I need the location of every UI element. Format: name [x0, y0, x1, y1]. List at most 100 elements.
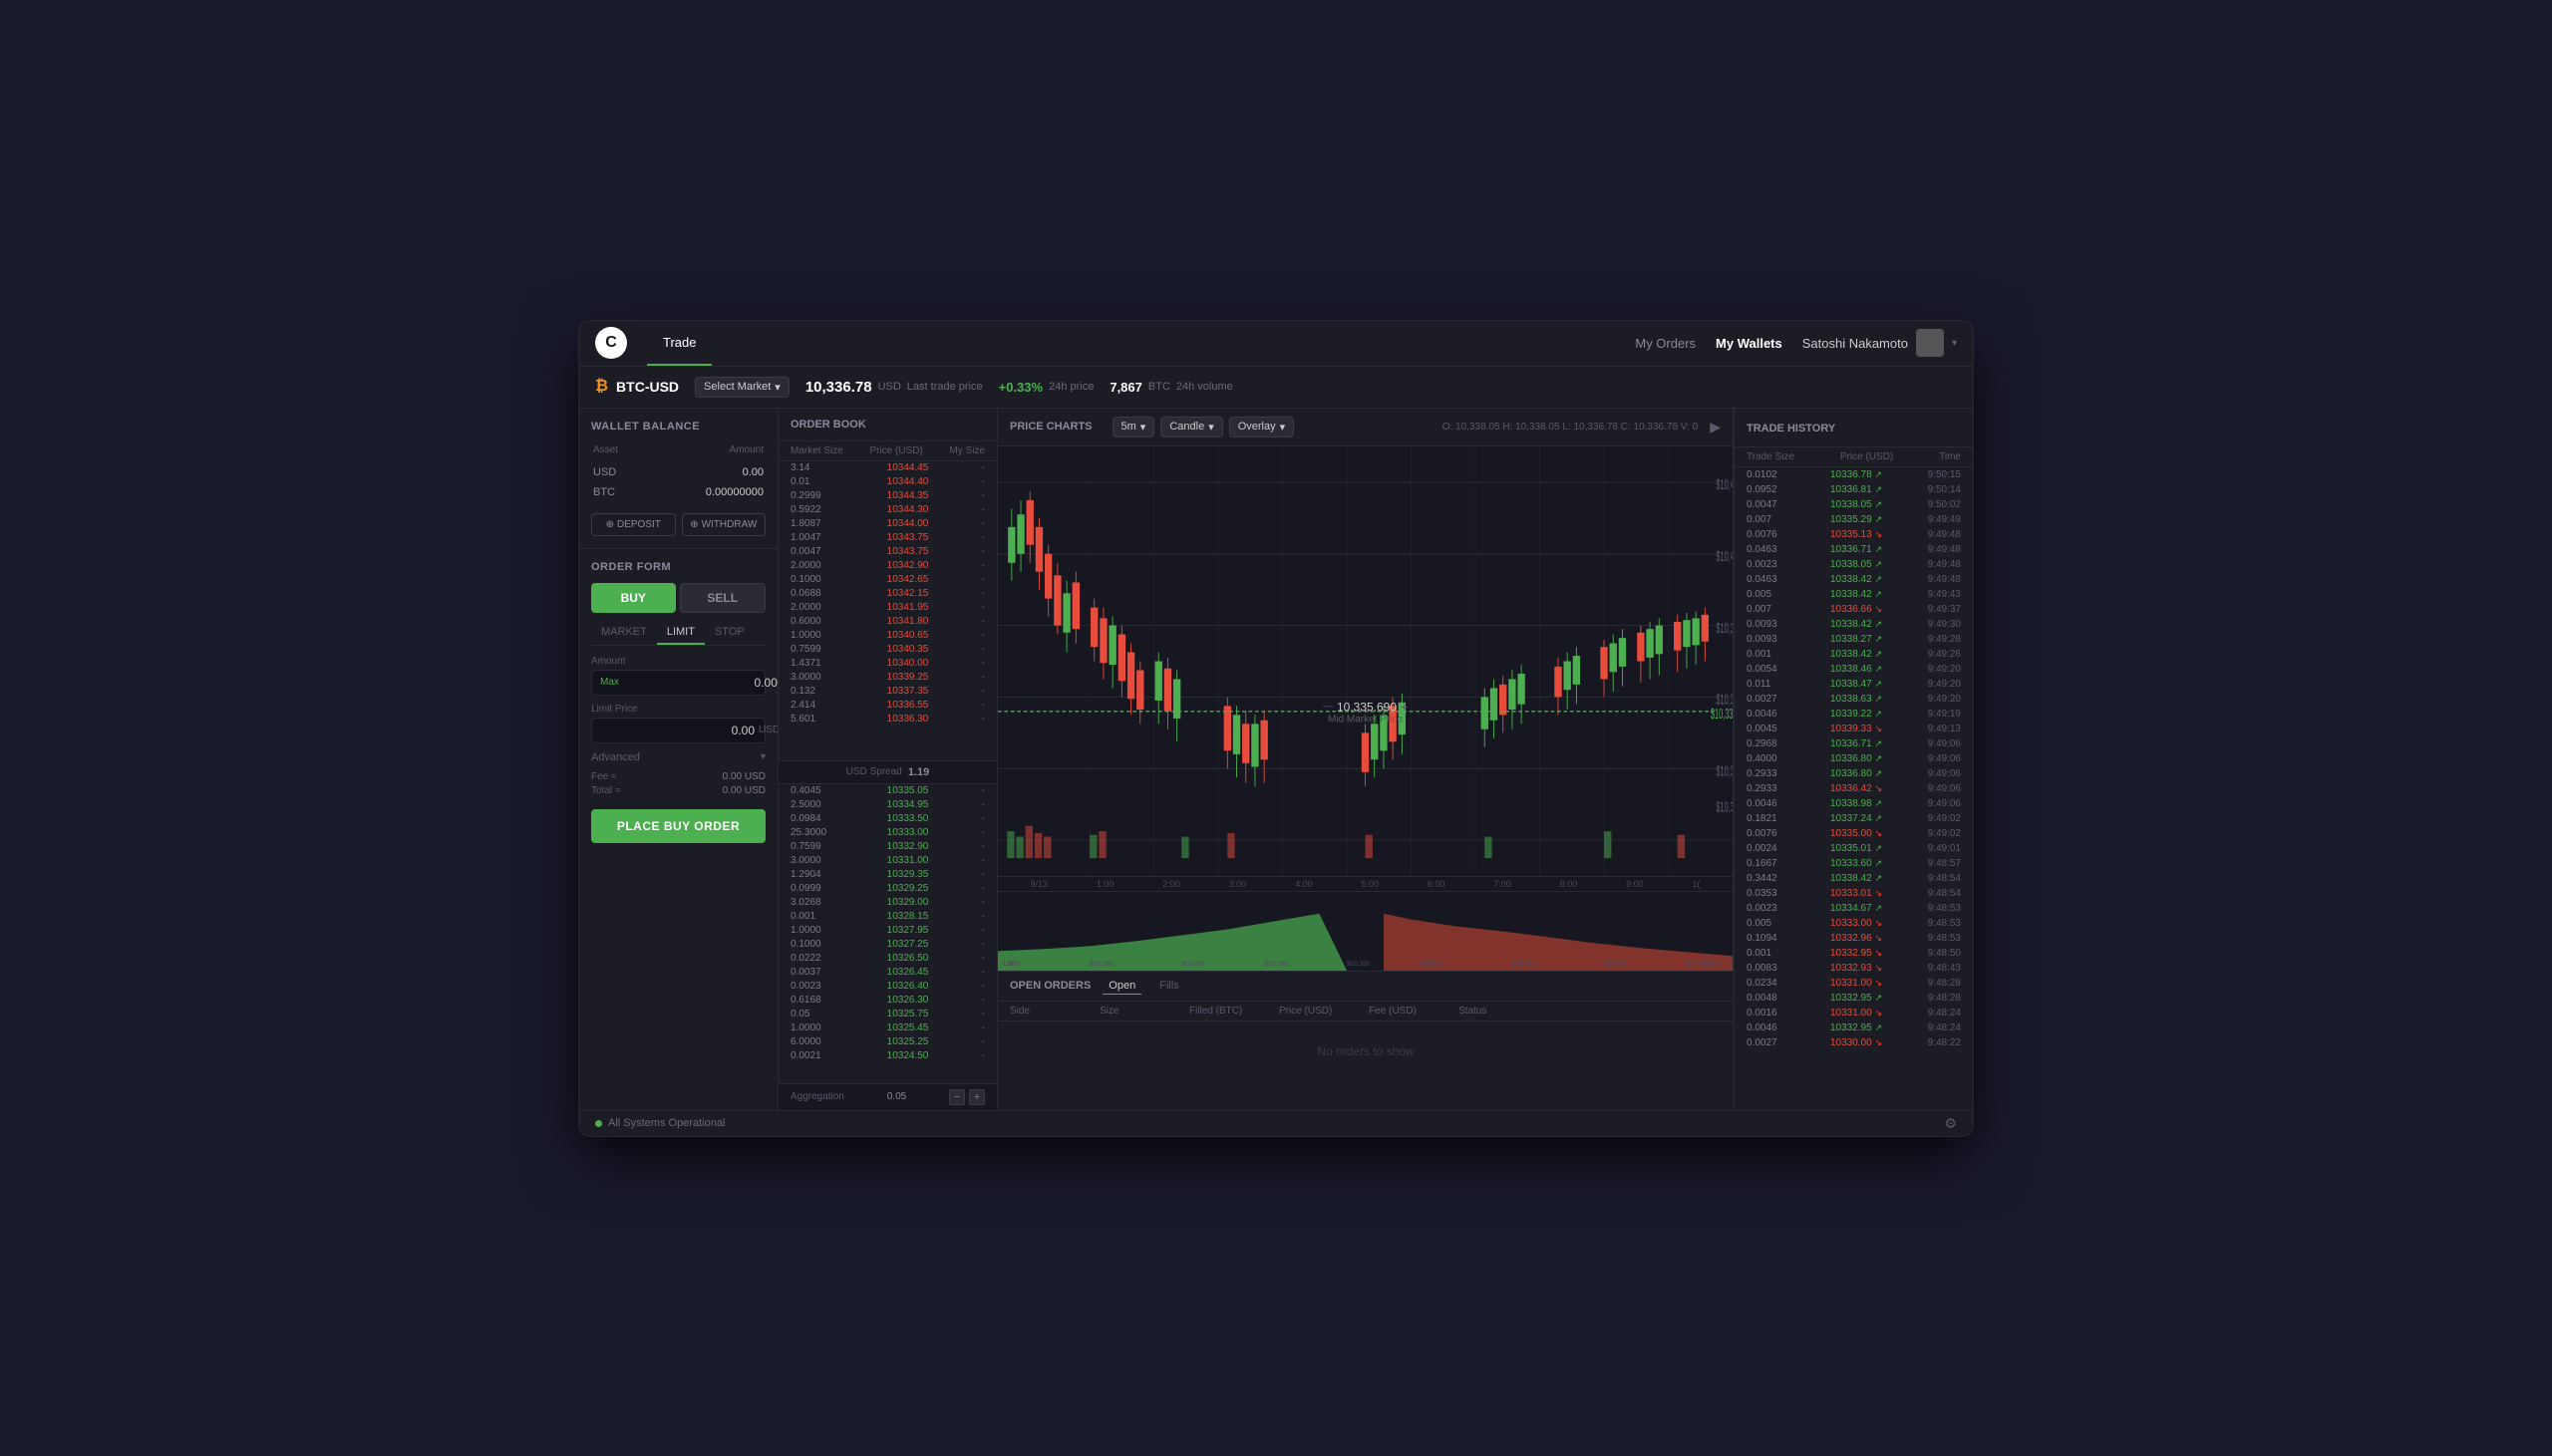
ask-row[interactable]: 1.000010340.65-: [779, 629, 997, 643]
bid-row[interactable]: 0.002110324.50-: [779, 1049, 997, 1063]
bid-size: 0.7599: [791, 841, 850, 852]
ask-row[interactable]: 0.068810342.15-: [779, 587, 997, 601]
bid-row[interactable]: 0.0510325.75-: [779, 1008, 997, 1021]
bid-row[interactable]: 1.000010327.95-: [779, 924, 997, 938]
trade-size: 0.3442: [1747, 873, 1796, 884]
deposit-button[interactable]: ⊕ DEPOSIT: [591, 513, 676, 536]
open-tab[interactable]: Open: [1103, 978, 1141, 995]
market-tab[interactable]: MARKET: [591, 621, 657, 645]
agg-plus-button[interactable]: +: [969, 1089, 985, 1105]
market-select[interactable]: Select Market ▾: [695, 377, 790, 398]
timeframe-select[interactable]: 5m ▾: [1113, 417, 1155, 437]
ask-my-size: -: [965, 588, 985, 599]
time-label: 2:00: [1162, 879, 1180, 889]
bid-row[interactable]: 6.000010325.25-: [779, 1035, 997, 1049]
nav-my-orders[interactable]: My Orders: [1635, 336, 1696, 351]
trade-price: 10338.05 ↗: [1819, 499, 1894, 510]
trade-row: 0.009310338.42 ↗9:49:30: [1735, 617, 1973, 632]
chart-type-select[interactable]: Candle ▾: [1160, 417, 1222, 437]
limit-tab[interactable]: LIMIT: [657, 621, 705, 645]
nav-right: My Orders My Wallets Satoshi Nakamoto ▾: [1635, 329, 1957, 357]
bid-row[interactable]: 25.300010333.00-: [779, 826, 997, 840]
trade-time: 9:48:43: [1916, 963, 1961, 974]
ask-row[interactable]: 0.759910340.35-: [779, 643, 997, 657]
bid-row[interactable]: 0.002310326.40-: [779, 980, 997, 994]
trade-row: 0.005410338.46 ↗9:49:20: [1735, 662, 1973, 677]
ask-row[interactable]: 0.299910344.35-: [779, 489, 997, 503]
time-label: 1(: [1693, 879, 1701, 889]
nav-tab-trade[interactable]: Trade: [647, 321, 712, 366]
bid-size: 1.0000: [791, 1022, 850, 1033]
bid-row[interactable]: 1.290410329.35-: [779, 868, 997, 882]
withdraw-button[interactable]: ⊕ WITHDRAW: [682, 513, 767, 536]
left-panel: Wallet Balance Asset Amount USD0.00BTC0.…: [579, 409, 779, 1110]
nav-my-wallets[interactable]: My Wallets: [1716, 336, 1782, 351]
ask-row[interactable]: 1.808710344.00-: [779, 517, 997, 531]
place-buy-order-button[interactable]: PLACE BUY ORDER: [591, 809, 766, 843]
chart-forward-icon[interactable]: ▶: [1710, 419, 1721, 436]
order-book-title: Order Book: [791, 419, 866, 431]
sell-button[interactable]: SELL: [680, 583, 767, 613]
ask-price: 10344.00: [878, 518, 938, 529]
user-area[interactable]: Satoshi Nakamoto ▾: [1802, 329, 1957, 357]
open-orders-panel: Open Orders Open Fills SideSizeFilled (B…: [998, 971, 1734, 1110]
fills-tab[interactable]: Fills: [1153, 978, 1185, 994]
trade-time: 9:49:43: [1916, 589, 1961, 600]
bid-row[interactable]: 0.00110328.15-: [779, 910, 997, 924]
bid-size: 1.0000: [791, 925, 850, 936]
ask-size: 3.0000: [791, 672, 850, 683]
bid-row[interactable]: 0.098410333.50-: [779, 812, 997, 826]
trade-time: 9:48:53: [1916, 903, 1961, 914]
ask-size: 0.01: [791, 476, 850, 487]
ask-row[interactable]: 5.60110336.30-: [779, 713, 997, 727]
trade-price: 10337.24 ↗: [1819, 813, 1894, 824]
ask-row[interactable]: 2.000010342.90-: [779, 559, 997, 573]
ask-my-size: -: [965, 490, 985, 501]
ask-row[interactable]: 0.100010342.65-: [779, 573, 997, 587]
bid-row[interactable]: 3.026810329.00-: [779, 896, 997, 910]
th-col-price: Price (USD): [1840, 451, 1893, 462]
settings-icon[interactable]: ⚙: [1944, 1115, 1957, 1132]
ask-row[interactable]: 1.004710343.75-: [779, 531, 997, 545]
ask-row[interactable]: 0.600010341.80-: [779, 615, 997, 629]
bid-size: 0.0023: [791, 981, 850, 992]
top-nav: C Trade My Orders My Wallets Satoshi Nak…: [579, 321, 1973, 367]
ask-row[interactable]: 1.437110340.00-: [779, 657, 997, 671]
ask-price: 10342.15: [878, 588, 938, 599]
trade-time: 9:49:06: [1916, 753, 1961, 764]
buy-button[interactable]: BUY: [591, 583, 676, 613]
amount-input[interactable]: [623, 676, 778, 690]
ask-row[interactable]: 0.0110344.40-: [779, 475, 997, 489]
ask-row[interactable]: 2.000010341.95-: [779, 601, 997, 615]
bid-my-size: -: [965, 799, 985, 810]
ask-row[interactable]: 0.13210337.35-: [779, 685, 997, 699]
ask-size: 0.1000: [791, 574, 850, 585]
ask-row[interactable]: 0.592210344.30-: [779, 503, 997, 517]
trade-time: 9:48:53: [1916, 918, 1961, 929]
ask-row[interactable]: 3.000010339.25-: [779, 671, 997, 685]
bid-row[interactable]: 2.500010334.95-: [779, 798, 997, 812]
bid-row[interactable]: 3.000010331.00-: [779, 854, 997, 868]
bid-row[interactable]: 0.616810326.30-: [779, 994, 997, 1008]
trade-price: 10332.95 ↗: [1819, 1022, 1894, 1033]
ask-row[interactable]: 2.41410336.55-: [779, 699, 997, 713]
overlay-select[interactable]: Overlay ▾: [1229, 417, 1294, 437]
bid-row[interactable]: 0.099910329.25-: [779, 882, 997, 896]
spread-label: USD Spread: [846, 766, 902, 777]
limit-price-input[interactable]: [600, 724, 755, 737]
advanced-row[interactable]: Advanced ▾: [591, 751, 766, 763]
stop-tab[interactable]: STOP: [705, 621, 755, 645]
ask-row[interactable]: 0.004710343.75-: [779, 545, 997, 559]
trade-size: 0.005: [1747, 589, 1796, 600]
bid-row[interactable]: 0.100010327.25-: [779, 938, 997, 952]
bid-row[interactable]: 1.000010325.45-: [779, 1021, 997, 1035]
agg-minus-button[interactable]: −: [949, 1089, 965, 1105]
time-label: 5:00: [1361, 879, 1379, 889]
bid-row[interactable]: 0.022210326.50-: [779, 952, 997, 966]
ask-row[interactable]: 3.1410344.45-: [779, 461, 997, 475]
max-button[interactable]: Max: [600, 677, 619, 688]
trade-price: 10339.22 ↗: [1819, 709, 1894, 720]
bid-row[interactable]: 0.759910332.90-: [779, 840, 997, 854]
bid-row[interactable]: 0.003710326.45-: [779, 966, 997, 980]
bid-row[interactable]: 0.404510335.05-: [779, 784, 997, 798]
